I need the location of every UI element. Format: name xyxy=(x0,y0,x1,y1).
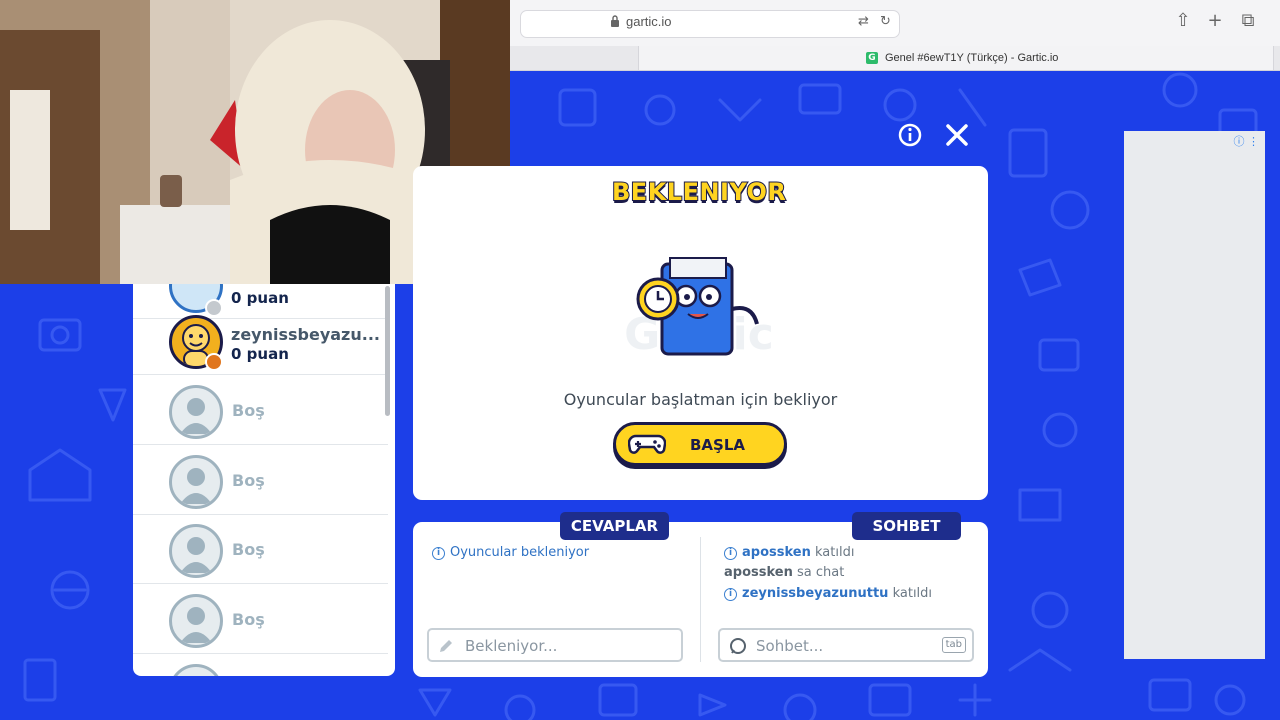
share-icon[interactable]: ⇧ xyxy=(1172,10,1194,32)
player-row[interactable]: zeynissbeyazu... 0 puan xyxy=(133,305,388,375)
avatar-placeholder xyxy=(169,455,223,509)
avatar-placeholder xyxy=(169,664,223,676)
gamepad-icon xyxy=(628,434,666,454)
translate-icon[interactable]: ⇄ xyxy=(858,14,869,29)
close-icon[interactable] xyxy=(944,122,970,148)
tab-answers[interactable]: CEVAPLAR xyxy=(560,512,669,540)
info-icon: i xyxy=(724,547,737,560)
info-icon: i xyxy=(432,547,445,560)
avatar-placeholder xyxy=(169,594,223,648)
start-button[interactable]: BAŞLA xyxy=(613,422,787,466)
ad-panel: ⓘ ⋮ xyxy=(1124,131,1265,659)
empty-slot-label: Boş xyxy=(232,401,265,420)
reload-icon[interactable]: ↻ xyxy=(880,14,891,29)
chat-bubble-icon xyxy=(730,638,746,654)
answers-status: i Oyuncular bekleniyor xyxy=(432,545,589,560)
pencil-icon xyxy=(440,640,452,652)
info-icon: i xyxy=(724,588,737,601)
waiting-message: Oyuncular başlatman için bekliyor xyxy=(563,390,838,409)
url-text: gartic.io xyxy=(626,14,672,29)
ad-info-icon[interactable]: ⓘ ⋮ xyxy=(1234,133,1260,149)
avatar-placeholder xyxy=(169,524,223,578)
tab-overview-icon[interactable]: ⧉ xyxy=(1237,10,1259,32)
empty-slot: Boş xyxy=(133,584,388,654)
chat-message: apossken sa chat xyxy=(724,565,845,580)
answer-input-box[interactable] xyxy=(427,628,683,662)
new-tab-icon[interactable]: + xyxy=(1204,10,1226,32)
chat-message: i zeynissbeyazunuttu katıldı xyxy=(724,586,932,601)
tab-chat[interactable]: SOHBET xyxy=(852,512,961,540)
lock-icon xyxy=(611,15,619,27)
players-panel: 0 puan zeynissbeyazu... 0 puan Boş Boş B… xyxy=(133,284,395,676)
chat-input[interactable] xyxy=(754,634,948,658)
status-dot xyxy=(205,353,223,371)
empty-slot-label: Boş xyxy=(232,610,265,629)
empty-slot xyxy=(133,654,388,676)
mascot-illustration: Gartic xyxy=(624,257,774,360)
empty-slot-label: Boş xyxy=(232,540,265,559)
info-icon[interactable] xyxy=(897,122,923,148)
page-title: BEKLENIYOR xyxy=(611,177,787,207)
empty-slot-label: Boş xyxy=(232,471,265,490)
start-button-label: BAŞLA xyxy=(690,436,746,454)
gartic-favicon-icon: G xyxy=(866,52,878,64)
answer-input[interactable] xyxy=(463,634,657,658)
address-bar[interactable] xyxy=(520,10,900,38)
chat-input-box[interactable]: tab xyxy=(718,628,974,662)
players-scrollbar[interactable] xyxy=(385,286,390,416)
section-divider xyxy=(700,537,701,662)
tab-title: Genel #6ewT1Y (Türkçe) - Gartic.io xyxy=(885,52,1059,64)
avatar-placeholder xyxy=(169,385,223,439)
empty-slot: Boş xyxy=(133,445,388,515)
tab-key-hint: tab xyxy=(941,637,966,653)
empty-slot: Boş xyxy=(133,514,388,584)
chat-message: i apossken katıldı xyxy=(724,545,854,560)
player-name: zeynissbeyazu... xyxy=(231,325,380,344)
empty-slot: Boş xyxy=(133,375,388,445)
player-score: 0 puan xyxy=(231,345,289,363)
